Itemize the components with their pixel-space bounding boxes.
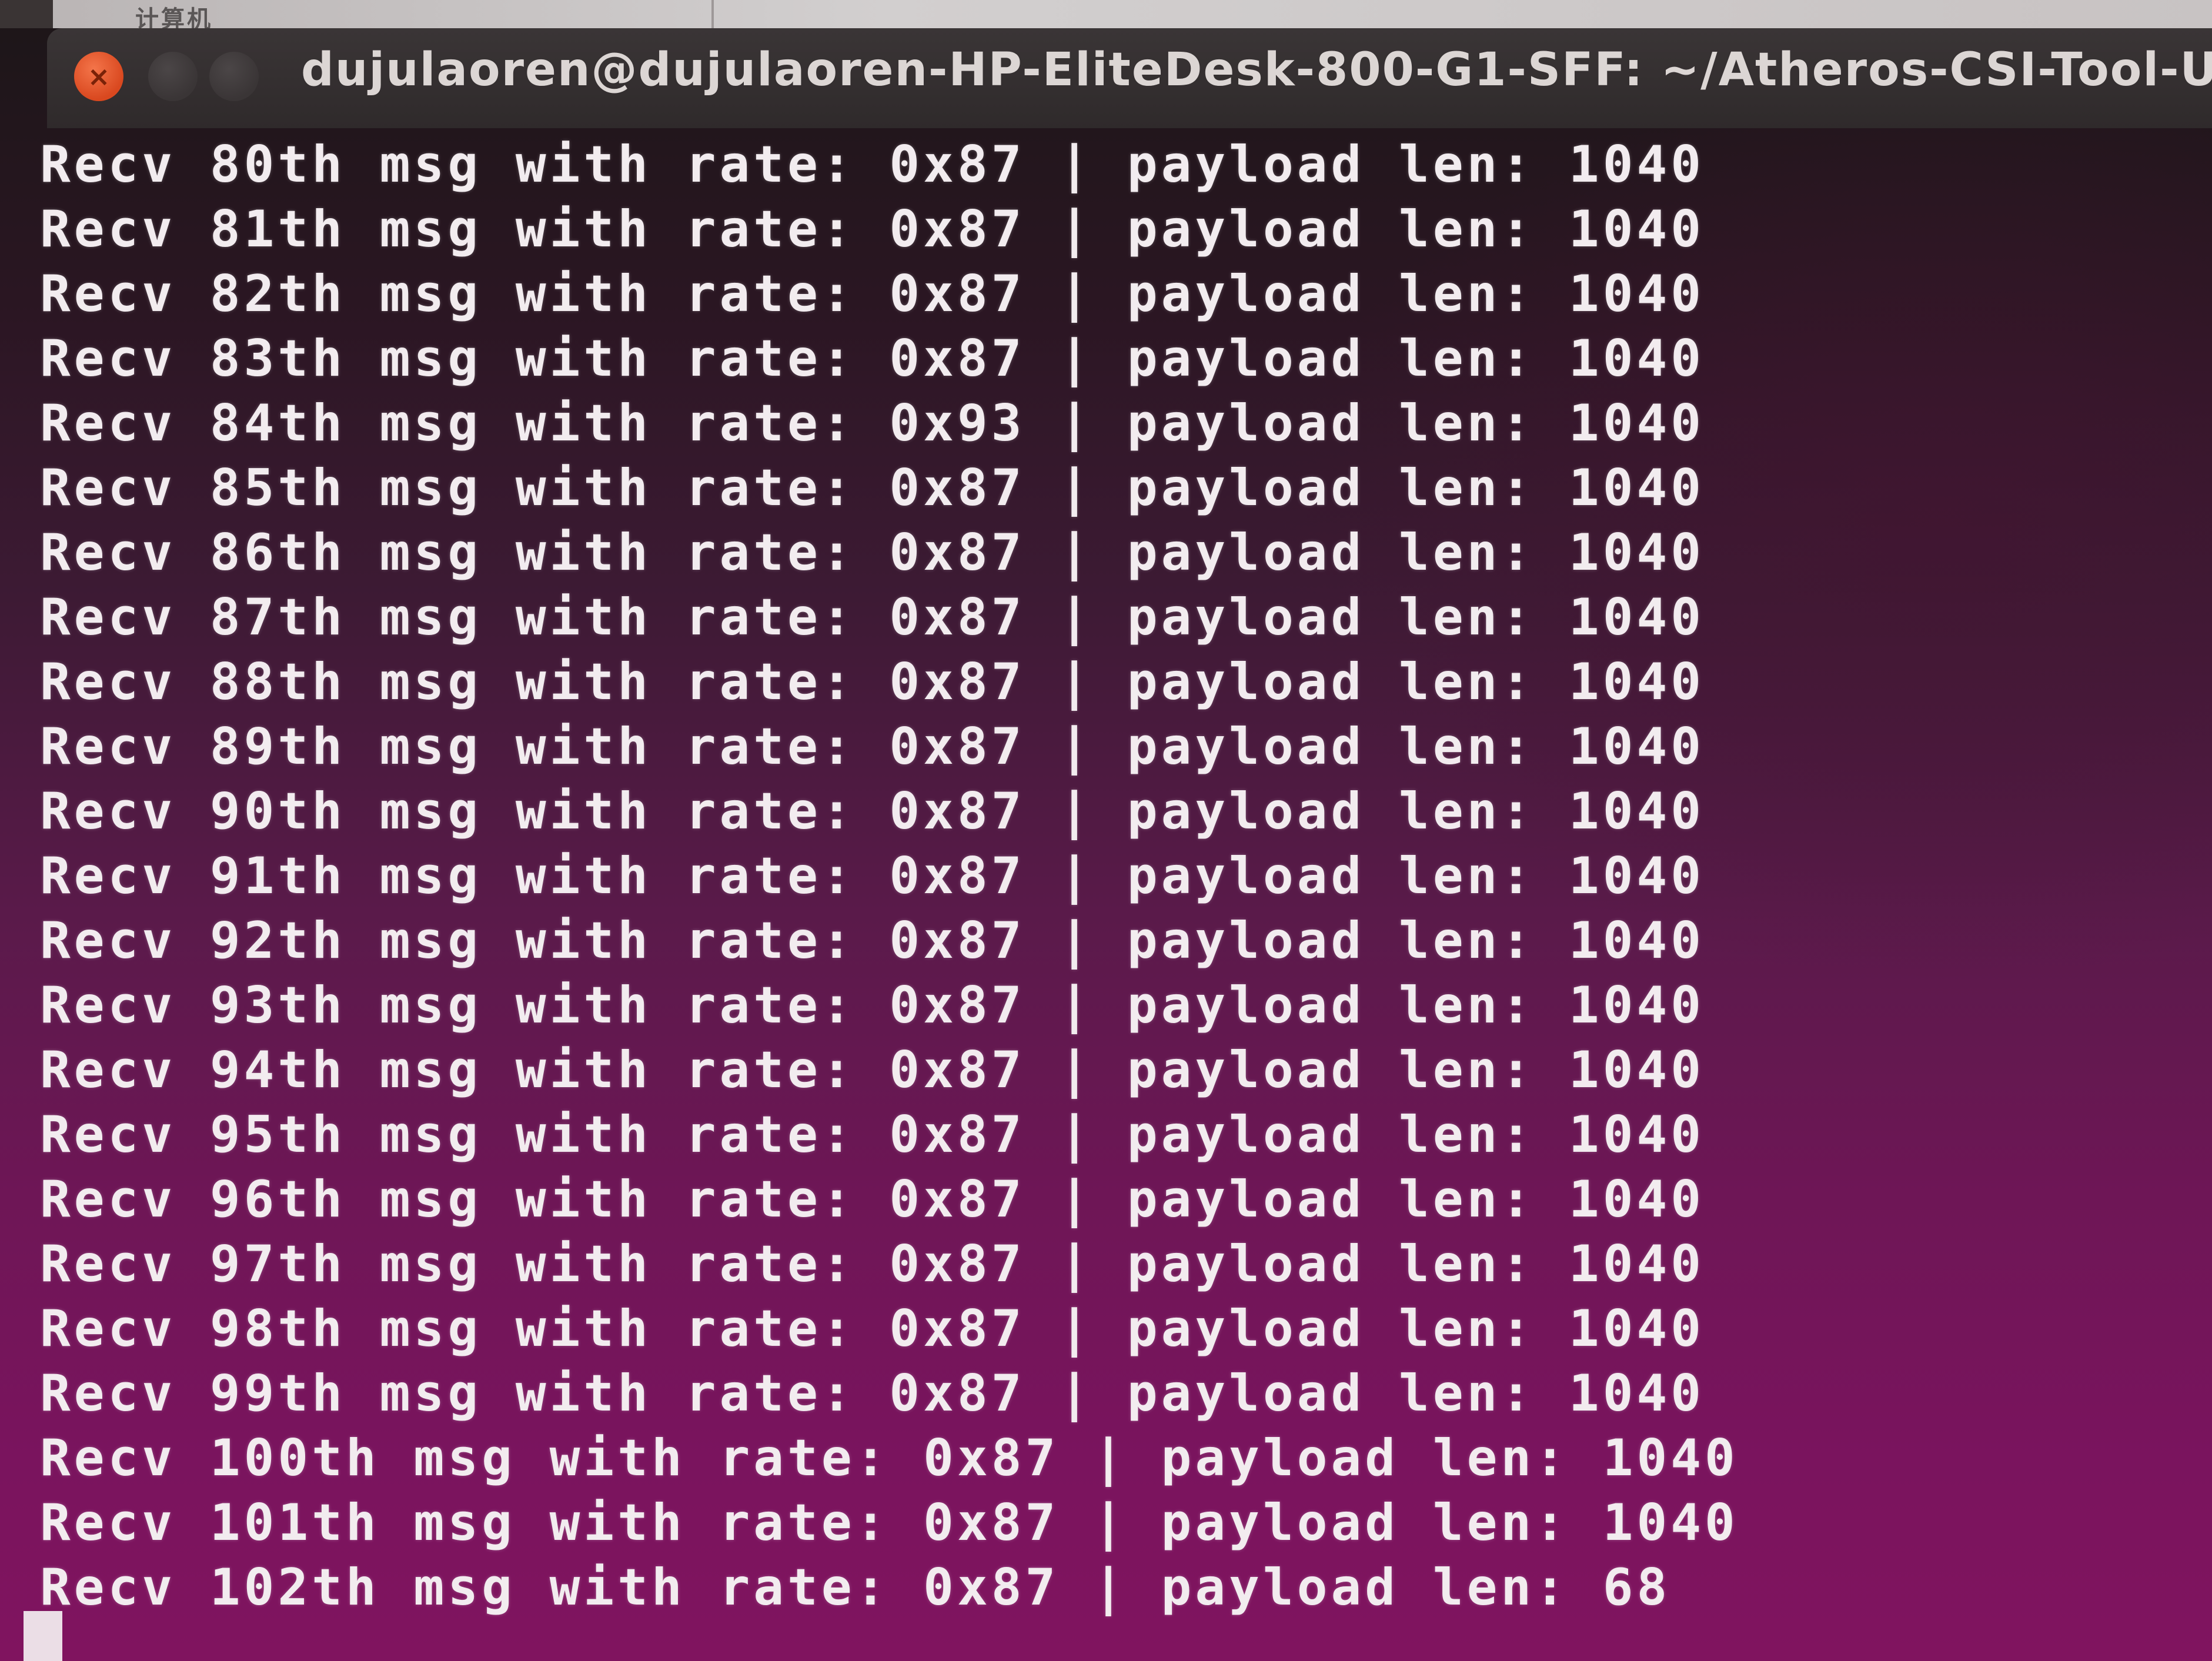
terminal-output[interactable]: Recv 80th msg with rate: 0x87 | payload … [16, 123, 2212, 1661]
close-button[interactable]: × [74, 52, 123, 101]
desktop-divider [711, 0, 714, 28]
desktop-panel-edge [0, 0, 53, 28]
window-title: dujulaoren@dujulaoren-HP-EliteDesk-800-G… [301, 44, 2212, 96]
terminal-line: Recv 86th msg with rate: 0x87 | payload … [40, 523, 1705, 582]
terminal-line: Recv 82th msg with rate: 0x87 | payload … [40, 265, 1705, 323]
terminal-titlebar[interactable]: × dujulaoren@dujulaoren-HP-EliteDesk-800… [47, 28, 2212, 128]
terminal-line: Recv 99th msg with rate: 0x87 | payload … [40, 1364, 1705, 1423]
terminal-line: Recv 85th msg with rate: 0x87 | payload … [40, 459, 1705, 517]
terminal-line: Recv 83th msg with rate: 0x87 | payload … [40, 329, 1705, 388]
terminal-line: Recv 84th msg with rate: 0x93 | payload … [40, 394, 1705, 453]
terminal-line: Recv 95th msg with rate: 0x87 | payload … [40, 1105, 1705, 1164]
terminal-line: Recv 96th msg with rate: 0x87 | payload … [40, 1170, 1705, 1229]
minimize-button[interactable] [148, 52, 198, 101]
desktop-background-strip: 计算机 [0, 0, 2212, 33]
terminal-line: Recv 87th msg with rate: 0x87 | payload … [40, 588, 1705, 647]
terminal-line: Recv 100th msg with rate: 0x87 | payload… [40, 1429, 1739, 1488]
terminal-line: Recv 101th msg with rate: 0x87 | payload… [40, 1493, 1739, 1552]
terminal-line: Recv 81th msg with rate: 0x87 | payload … [40, 200, 1705, 259]
terminal-line: Recv 102th msg with rate: 0x87 | payload… [40, 1558, 1671, 1617]
maximize-button[interactable] [209, 52, 259, 101]
terminal-line: Recv 80th msg with rate: 0x87 | payload … [40, 135, 1705, 194]
screen: 计算机 × dujulaoren@dujulaoren-HP-EliteDesk… [0, 0, 2212, 1661]
terminal-line: Recv 93th msg with rate: 0x87 | payload … [40, 976, 1705, 1035]
terminal-line: Recv 97th msg with rate: 0x87 | payload … [40, 1235, 1705, 1294]
terminal-cursor [24, 1611, 62, 1661]
terminal-line: Recv 91th msg with rate: 0x87 | payload … [40, 847, 1705, 905]
close-icon: × [87, 61, 111, 92]
terminal-line: Recv 92th msg with rate: 0x87 | payload … [40, 911, 1705, 970]
terminal-line: Recv 94th msg with rate: 0x87 | payload … [40, 1041, 1705, 1099]
terminal-line: Recv 89th msg with rate: 0x87 | payload … [40, 717, 1705, 776]
terminal-line: Recv 98th msg with rate: 0x87 | payload … [40, 1299, 1705, 1358]
terminal-line: Recv 90th msg with rate: 0x87 | payload … [40, 782, 1705, 841]
terminal-line: Recv 88th msg with rate: 0x87 | payload … [40, 653, 1705, 711]
